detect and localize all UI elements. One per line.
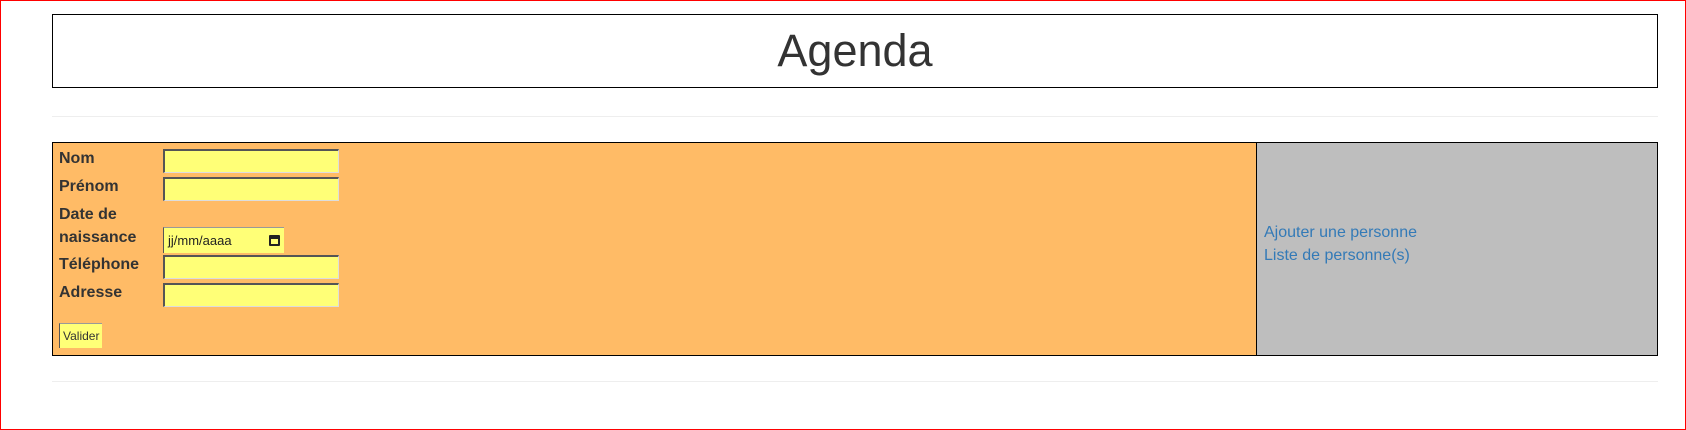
calendar-icon[interactable] [269,235,280,246]
nom-input[interactable] [163,149,339,173]
label-date-line2: naissance [59,229,137,246]
telephone-input[interactable] [163,255,339,279]
main-container: Nom Prénom Date de naissance jj/mm/aaaa … [52,142,1658,356]
page-title: Agenda [777,25,933,76]
label-telephone: Téléphone [59,256,140,273]
person-form: Nom Prénom Date de naissance jj/mm/aaaa … [53,143,1257,355]
link-liste-personnes[interactable]: Liste de personne(s) [1264,244,1417,267]
adresse-input[interactable] [163,283,339,307]
label-adresse: Adresse [59,284,123,301]
side-nav: Ajouter une personne Liste de personne(s… [1257,143,1657,355]
label-date-line1: Date de [59,206,117,223]
link-ajouter-personne[interactable]: Ajouter une personne [1264,221,1417,244]
side-nav-links: Ajouter une personne Liste de personne(s… [1264,221,1417,267]
valider-button[interactable]: Valider [59,323,103,348]
prenom-input[interactable] [163,177,339,201]
date-placeholder: jj/mm/aaaa [168,233,232,248]
date-naissance-input[interactable]: jj/mm/aaaa [163,227,284,253]
label-prenom: Prénom [59,178,119,195]
divider-bottom [52,381,1658,382]
label-nom: Nom [59,150,95,167]
header-box: Agenda [52,14,1658,88]
divider-top [52,116,1658,117]
